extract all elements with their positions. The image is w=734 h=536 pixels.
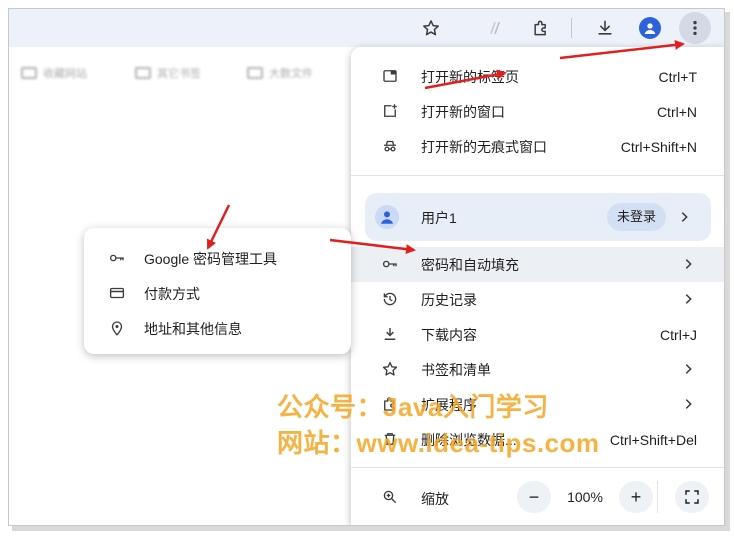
frame-shadow-right xyxy=(725,12,730,530)
bookmark-label: 其它书签 xyxy=(157,68,201,80)
chevron-right-icon xyxy=(685,399,692,409)
zoom-icon xyxy=(381,488,399,506)
folder-icon xyxy=(21,67,37,79)
watermark-line-2: 网站：www.idea-tips.com xyxy=(277,428,600,458)
submenu-item-addresses[interactable]: 地址和其他信息 xyxy=(84,310,351,345)
browser-toolbar xyxy=(9,9,724,47)
submenu-item-label: Google 密码管理工具 xyxy=(144,251,278,267)
new-tab-icon xyxy=(381,67,399,85)
submenu-item-password-manager[interactable]: Google 密码管理工具 xyxy=(84,240,351,275)
signin-status-badge[interactable]: 未登录 xyxy=(607,203,667,231)
frame-shadow-bottom xyxy=(12,526,730,531)
watermark-line-1: 公众号：Java入门学习 xyxy=(277,392,549,422)
submenu-item-payment-methods[interactable]: 付款方式 xyxy=(84,275,351,310)
menu-item-incognito[interactable]: 打开新的无痕式窗口 Ctrl+Shift+N xyxy=(351,129,724,164)
menu-item-label: 密码和自动填充 xyxy=(421,256,519,273)
menu-item-shortcut: Ctrl+J xyxy=(660,326,697,343)
toolbar-separator xyxy=(571,18,572,38)
menu-item-shortcut: Ctrl+N xyxy=(656,103,697,120)
passwords-submenu: Google 密码管理工具 付款方式 地址和其他信息 xyxy=(84,228,351,354)
menu-item-label: 下载内容 xyxy=(421,326,477,343)
submenu-item-label: 地址和其他信息 xyxy=(144,321,242,337)
location-pin-icon xyxy=(108,319,126,337)
star-icon[interactable] xyxy=(415,12,447,44)
key-icon xyxy=(108,249,126,267)
more-vert-icon[interactable] xyxy=(679,12,711,44)
download-icon[interactable] xyxy=(589,12,621,44)
star-icon xyxy=(381,360,399,378)
profile-name: 用户1 xyxy=(421,210,457,226)
menu-item-label: 书签和清单 xyxy=(421,361,491,378)
zoom-in-button[interactable]: + xyxy=(619,481,653,513)
key-icon xyxy=(381,255,399,273)
chevron-right-icon xyxy=(681,212,688,222)
profile-button[interactable] xyxy=(634,12,666,44)
menu-item-bookmarks-lists[interactable]: 书签和清单 xyxy=(351,352,724,387)
menu-item-label: 打开新的标签页 xyxy=(421,68,519,85)
user-avatar-icon xyxy=(375,205,399,229)
menu-item-shortcut: Ctrl+Shift+N xyxy=(620,138,697,155)
menu-divider xyxy=(351,175,724,176)
chevron-right-icon xyxy=(685,259,692,269)
watermark: 公众号：Java入门学习 网站：www.idea-tips.com xyxy=(277,389,600,461)
bookmark-folder[interactable]: 其它书签 xyxy=(135,65,201,81)
history-icon xyxy=(381,290,399,308)
menu-item-label: 历史记录 xyxy=(421,291,477,308)
extension-a-icon[interactable] xyxy=(479,12,511,44)
menu-item-label: 打开新的窗口 xyxy=(421,103,505,120)
browser-frame: 收藏网站 其它书签 大数文件 打开新的标签页 Ctrl+T 打开新的窗口 Ctr… xyxy=(8,8,725,526)
menu-item-passwords-autofill[interactable]: 密码和自动填充 xyxy=(351,247,724,282)
chevron-right-icon xyxy=(685,364,692,374)
submenu-item-label: 付款方式 xyxy=(144,286,200,302)
fullscreen-icon xyxy=(685,490,699,504)
folder-icon xyxy=(247,67,263,79)
bookmark-label: 收藏网站 xyxy=(43,68,87,80)
folder-icon xyxy=(135,67,151,79)
menu-divider xyxy=(351,467,724,468)
zoom-separator xyxy=(657,481,658,513)
zoom-value: 100% xyxy=(567,489,603,505)
menu-item-downloads[interactable]: 下载内容 Ctrl+J xyxy=(351,317,724,352)
menu-item-new-window[interactable]: 打开新的窗口 Ctrl+N xyxy=(351,94,724,129)
zoom-label: 缩放 xyxy=(421,491,449,507)
chevron-right-icon xyxy=(685,294,692,304)
puzzle-icon[interactable] xyxy=(525,12,557,44)
bookmark-label: 大数文件 xyxy=(269,68,313,80)
menu-item-shortcut: Ctrl+Shift+Del xyxy=(609,431,697,448)
credit-card-icon xyxy=(108,284,126,302)
profile-icon xyxy=(639,17,661,39)
menu-item-label: 打开新的无痕式窗口 xyxy=(421,138,547,155)
bookmark-folder[interactable]: 收藏网站 xyxy=(21,65,87,81)
zoom-row: 缩放 − 100% + xyxy=(351,477,724,517)
zoom-out-button[interactable]: − xyxy=(517,481,551,513)
download-icon xyxy=(381,325,399,343)
new-window-icon xyxy=(381,102,399,120)
menu-item-history[interactable]: 历史记录 xyxy=(351,282,724,317)
menu-item-new-tab[interactable]: 打开新的标签页 Ctrl+T xyxy=(351,59,724,94)
fullscreen-button[interactable] xyxy=(675,481,709,513)
menu-item-shortcut: Ctrl+T xyxy=(658,68,698,85)
incognito-icon xyxy=(381,137,399,155)
profile-row[interactable]: 用户1 未登录 xyxy=(365,193,711,241)
bookmark-folder[interactable]: 大数文件 xyxy=(247,65,313,81)
